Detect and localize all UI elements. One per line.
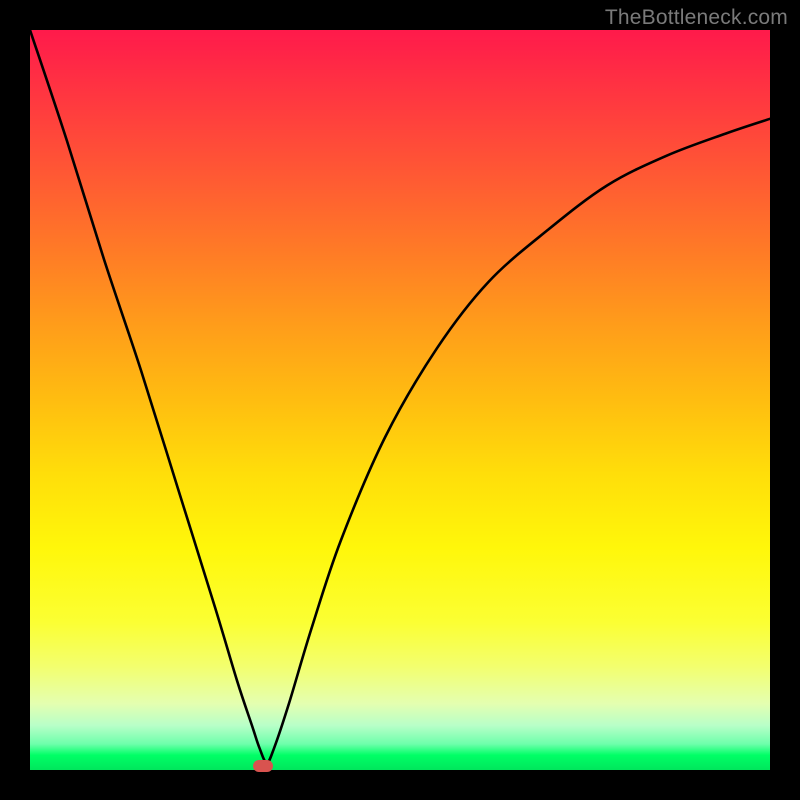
optimal-point-marker: [253, 760, 273, 772]
chart-plot-area: [30, 30, 770, 770]
chart-frame: TheBottleneck.com: [0, 0, 800, 800]
bottleneck-curve: [30, 30, 770, 770]
watermark-text: TheBottleneck.com: [605, 6, 788, 30]
